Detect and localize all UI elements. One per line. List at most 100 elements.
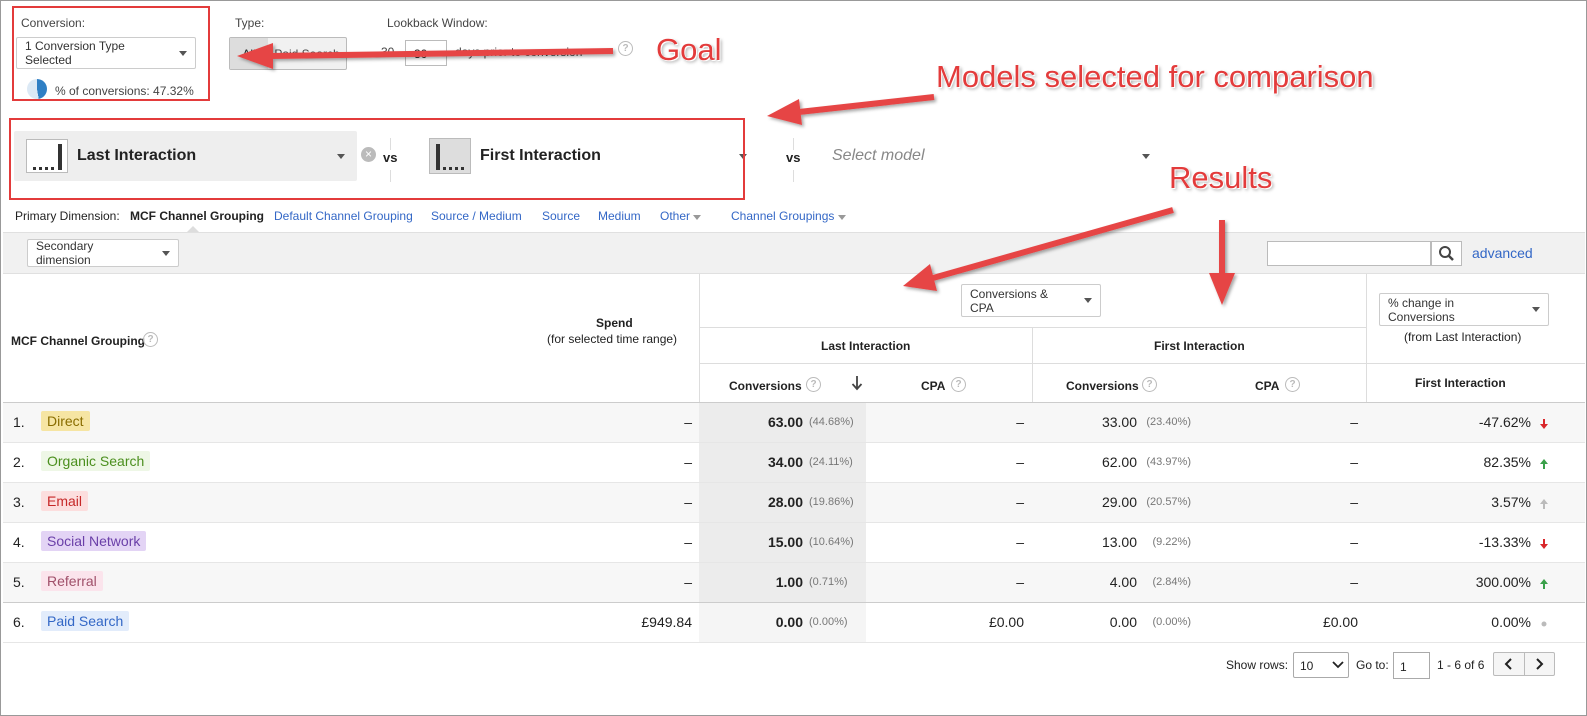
search-input[interactable] [1267, 241, 1431, 266]
chevron-down-icon [162, 250, 170, 256]
table-row: 4. Social Network – 15.00 (10.64%) – 13.00 (9.2… [3, 523, 1585, 563]
channel-label[interactable]: Paid Search [41, 611, 130, 631]
type-toggle: All Paid Search [229, 37, 347, 70]
dimension-other-link[interactable]: Other [660, 209, 702, 223]
first-cpa-value: £0.00 [1322, 614, 1358, 630]
table-row: 5. Referral – 1.00 (0.71%) – 4.00 (2.84%) – 300.0… [3, 563, 1585, 603]
metric-group-dropdown[interactable]: Conversions & CPA [961, 284, 1101, 317]
help-icon[interactable]: ? [806, 377, 821, 392]
last-conversions-value: 28.00 [767, 494, 803, 510]
lookback-prefix: 30 [381, 45, 395, 59]
dimension-link[interactable]: Source / Medium [431, 209, 522, 223]
help-icon[interactable]: ? [143, 332, 158, 347]
models-arrow [798, 94, 935, 115]
last-conversions-value: 1.00 [775, 574, 803, 590]
help-icon[interactable]: ? [951, 377, 966, 392]
search-button[interactable] [1431, 241, 1462, 266]
change-value: 0.00% [1491, 614, 1531, 630]
help-icon[interactable]: ? [1142, 377, 1157, 392]
secondary-dimension-dropdown[interactable]: Secondary dimension [27, 239, 179, 267]
models-highlight-box [9, 118, 745, 200]
channel-label[interactable]: Social Network [41, 531, 147, 551]
change-value: -13.33% [1478, 534, 1531, 550]
goto-input[interactable]: 1 [1393, 652, 1430, 679]
channel-label[interactable]: Direct [41, 411, 90, 431]
table-row: 6. Paid Search £949.84 0.00 (0.00%) £0.00 0.00… [3, 603, 1585, 643]
next-page-button[interactable] [1525, 653, 1555, 675]
secondary-dimension-label: Secondary dimension [36, 239, 94, 267]
arrow-up-icon [1540, 499, 1548, 509]
column-header-change: First Interaction [1415, 376, 1506, 390]
column-header-first-conversions[interactable]: Conversions [1066, 379, 1139, 393]
column-header-first-cpa[interactable]: CPA [1255, 379, 1279, 393]
lookback-input[interactable]: 30 [405, 40, 447, 66]
chevron-down-icon [1532, 307, 1540, 312]
last-conversions-value: 0.00 [775, 614, 803, 630]
row-number: 3. [13, 494, 25, 510]
change-indicator [1540, 418, 1548, 432]
show-rows-select[interactable]: 10 [1293, 652, 1349, 678]
first-conversions-value: 29.00 [1101, 494, 1137, 510]
type-all-button[interactable]: All [230, 38, 268, 69]
row-number: 4. [13, 534, 25, 550]
prev-page-button[interactable] [1494, 653, 1525, 675]
dimension-link[interactable]: Source [542, 209, 580, 223]
first-cpa-value: – [1350, 534, 1358, 550]
spend-subtitle: (for selected time range) [547, 332, 678, 346]
row-number: 6. [13, 614, 25, 630]
group-header-last: Last Interaction [821, 339, 911, 353]
chevron-right-icon [1536, 658, 1544, 670]
chevron-down-icon[interactable] [1142, 154, 1150, 159]
last-conversions-value: 63.00 [767, 414, 803, 430]
first-cpa-value: – [1350, 494, 1358, 510]
page-range: 1 - 6 of 6 [1437, 658, 1485, 672]
channel-label[interactable]: Email [41, 491, 89, 511]
first-conversions-value: 13.00 [1101, 534, 1137, 550]
help-icon[interactable]: ? [618, 41, 633, 56]
column-header-last-conversions[interactable]: Conversions [729, 379, 802, 393]
select-model-input[interactable]: Select model [832, 147, 925, 165]
change-indicator [1540, 498, 1548, 512]
first-cpa-value: – [1350, 414, 1358, 430]
goal-highlight-box [12, 6, 210, 101]
lookback-label: Lookback Window: [387, 16, 488, 30]
change-value: 3.57% [1491, 494, 1531, 510]
type-paid-button[interactable]: Paid Search [268, 38, 346, 69]
last-cpa-value: – [1016, 454, 1024, 470]
column-header-last-cpa[interactable]: CPA [921, 379, 945, 393]
channel-groupings-link[interactable]: Channel Groupings [731, 209, 846, 223]
first-conversions-percent: (43.97%) [1146, 456, 1191, 468]
change-indicator [1540, 578, 1548, 592]
last-conversions-percent: (0.71%) [809, 576, 848, 588]
first-conversions-percent: (20.57%) [1146, 496, 1191, 508]
change-metric-dropdown[interactable]: % change in Conversions [1379, 293, 1549, 326]
last-conversions-percent: (10.64%) [809, 536, 854, 548]
goto-label: Go to: [1356, 658, 1389, 672]
spend-value: – [684, 454, 692, 470]
dimension-link[interactable]: Medium [598, 209, 641, 223]
first-cpa-value: – [1350, 574, 1358, 590]
first-conversions-value: 33.00 [1101, 414, 1137, 430]
last-conversions-percent: (44.68%) [809, 416, 854, 428]
channel-label[interactable]: Organic Search [41, 451, 151, 471]
spend-value: £949.84 [641, 614, 692, 630]
spend-value: – [684, 494, 692, 510]
vs-label-2: vs [786, 150, 801, 165]
first-conversions-percent: (2.84%) [1152, 576, 1191, 588]
sort-descending-icon[interactable] [851, 375, 863, 391]
models-arrow-head [767, 99, 802, 125]
arrow-up-icon [1540, 579, 1548, 589]
last-conversions-percent: (19.86%) [809, 496, 854, 508]
last-conversions-percent: (24.11%) [809, 456, 853, 468]
change-value: 300.00% [1475, 574, 1531, 590]
help-icon[interactable]: ? [1285, 377, 1300, 392]
table-row: 2. Organic Search – 34.00 (24.11%) – 62.00 (43.… [3, 443, 1585, 483]
change-subtitle: (from Last Interaction) [1404, 330, 1522, 344]
arrow-up-icon [1540, 459, 1548, 469]
dimension-link[interactable]: Default Channel Grouping [274, 209, 413, 223]
change-indicator [1540, 538, 1548, 552]
advanced-link[interactable]: advanced [1472, 245, 1533, 261]
channel-label[interactable]: Referral [41, 571, 103, 591]
first-conversions-value: 62.00 [1101, 454, 1137, 470]
models-annotation: Models selected for comparison [936, 59, 1374, 94]
